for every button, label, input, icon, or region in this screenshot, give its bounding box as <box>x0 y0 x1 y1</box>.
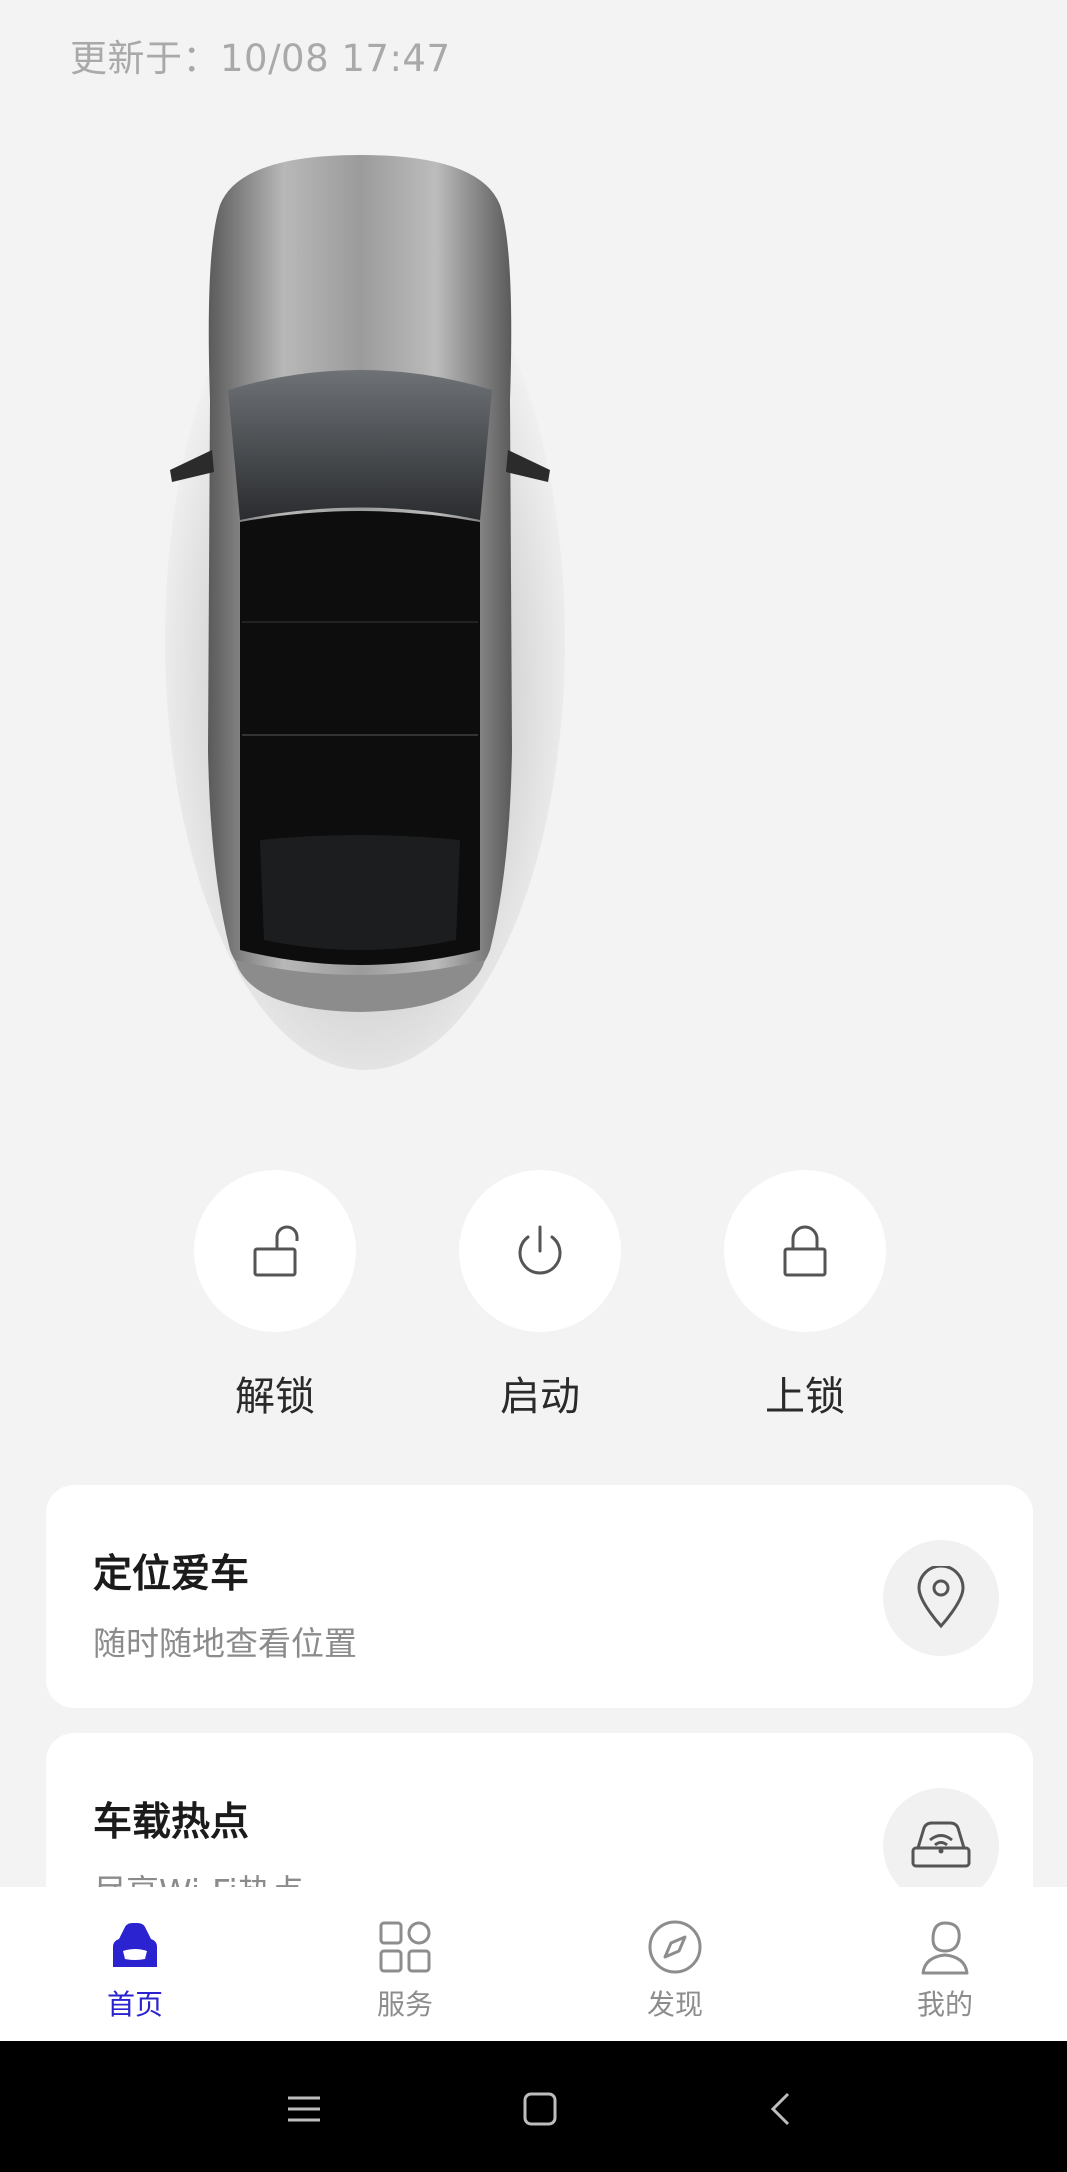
last-updated-text: 更新于：10/08 17:47 <box>70 28 451 82</box>
tab-profile-label: 我的 <box>916 1988 973 2021</box>
lock-label: 上锁 <box>765 1374 845 1420</box>
locate-car-icon-button[interactable] <box>883 1540 999 1656</box>
unlock-label: 解锁 <box>235 1374 315 1420</box>
tab-discover[interactable]: 发现 <box>575 1887 775 2041</box>
menu-icon <box>288 2096 320 2122</box>
back-button[interactable] <box>740 2069 820 2149</box>
tab-profile[interactable]: 我的 <box>845 1887 1045 2041</box>
profile-icon <box>921 1921 969 1975</box>
car-home-icon <box>113 1923 157 1967</box>
start-label: 启动 <box>500 1374 580 1420</box>
lock-button[interactable] <box>724 1170 886 1332</box>
tab-home-label: 首页 <box>106 1988 163 2021</box>
car-hotspot-title: 车载热点 <box>93 1800 250 1845</box>
tab-services-label: 服务 <box>376 1988 433 2021</box>
power-icon <box>518 1225 562 1275</box>
unlock-icon <box>253 1225 299 1277</box>
home-square-icon <box>523 2092 557 2126</box>
tab-home[interactable]: 首页 <box>35 1887 235 2041</box>
car-wifi-icon <box>911 1821 971 1868</box>
home-button[interactable] <box>500 2069 580 2149</box>
grid-icon <box>379 1921 431 1973</box>
start-button[interactable] <box>459 1170 621 1332</box>
tab-discover-label: 发现 <box>646 1988 703 2021</box>
updated-time: 10/08 17:47 <box>220 37 451 80</box>
lock-action[interactable]: 上锁 <box>724 1170 886 1422</box>
locate-car-subtitle: 随时随地查看位置 <box>93 1624 357 1663</box>
tab-services[interactable]: 服务 <box>305 1887 505 2041</box>
updated-prefix: 更新于： <box>70 37 220 80</box>
lock-icon <box>783 1225 827 1277</box>
compass-icon <box>648 1920 702 1974</box>
start-action[interactable]: 启动 <box>459 1170 621 1422</box>
locate-car-title: 定位爱车 <box>93 1552 250 1597</box>
back-icon <box>770 2092 790 2126</box>
recent-apps-button[interactable] <box>264 2069 344 2149</box>
car-image <box>165 155 565 1070</box>
bottom-tab-bar: 首页 服务 发现 我的 <box>0 1887 1067 2041</box>
location-pin-icon <box>917 1566 965 1629</box>
system-nav-bar <box>0 2041 1067 2172</box>
unlock-action[interactable]: 解锁 <box>194 1170 356 1422</box>
locate-car-card[interactable]: 定位爱车 随时随地查看位置 <box>46 1485 1033 1708</box>
unlock-button[interactable] <box>194 1170 356 1332</box>
